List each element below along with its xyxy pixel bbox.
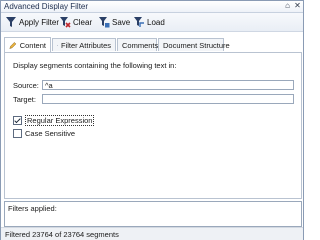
apply-filter-label: Apply Filter	[19, 17, 60, 27]
content-panel: Display segments containing the followin…	[4, 52, 302, 199]
case-sensitive-label: Case Sensitive	[25, 129, 76, 138]
toolbar: Apply Filter Clear Save Load	[1, 13, 303, 32]
pencil-icon	[9, 41, 17, 49]
clear-button[interactable]: Clear	[59, 15, 92, 29]
status-bar: Filtered 23764 of 23764 segments	[1, 227, 303, 240]
title-bar[interactable]: Advanced Display Filter ⌂ ✕	[1, 1, 303, 13]
tab-content[interactable]: Content	[4, 37, 51, 52]
target-input[interactable]	[42, 94, 294, 104]
save-label: Save	[112, 17, 131, 27]
status-text: Filtered 23764 of 23764 segments	[5, 230, 119, 239]
load-filter-icon	[134, 17, 144, 27]
regex-label: Regular Expression	[25, 115, 95, 126]
filter-icon	[57, 44, 58, 46]
window-title: Advanced Display Filter	[4, 2, 89, 11]
clear-filter-icon	[60, 17, 71, 28]
case-sensitive-option[interactable]: Case Sensitive	[13, 129, 75, 138]
filter-description: Display segments containing the followin…	[13, 61, 177, 70]
filters-applied-box: Filters applied:	[4, 201, 302, 227]
target-label: Target:	[13, 95, 36, 104]
close-icon[interactable]: ✕	[293, 1, 302, 11]
case-sensitive-checkbox[interactable]	[13, 129, 22, 138]
advanced-display-filter-window: Advanced Display Filter ⌂ ✕ Apply Filter…	[0, 0, 304, 240]
source-label: Source:	[13, 81, 39, 90]
pin-icon[interactable]: ⌂	[283, 1, 292, 11]
tab-content-label: Content	[19, 40, 46, 50]
tab-document-structure-label: Document Structure	[163, 40, 230, 50]
tab-filter-attributes-label: Filter Attributes	[60, 40, 111, 50]
tab-document-structure[interactable]: Document Structure	[158, 38, 230, 51]
filter-icon	[6, 17, 16, 27]
clear-label: Clear	[73, 17, 93, 27]
save-filter-icon	[99, 17, 110, 28]
tab-comments-label: Comments	[122, 40, 159, 50]
save-button[interactable]: Save	[98, 15, 130, 29]
load-label: Load	[147, 17, 165, 27]
source-input[interactable]: ^a	[42, 80, 294, 90]
regex-option[interactable]: Regular Expression	[13, 115, 95, 126]
load-button[interactable]: Load	[133, 15, 165, 29]
regex-checkbox[interactable]	[13, 116, 22, 125]
apply-filter-button[interactable]: Apply Filter	[5, 15, 59, 29]
tab-filter-attributes[interactable]: Filter Attributes	[52, 38, 116, 51]
filters-applied-label: Filters applied:	[8, 204, 57, 213]
tab-comments[interactable]: Comments	[117, 38, 159, 51]
